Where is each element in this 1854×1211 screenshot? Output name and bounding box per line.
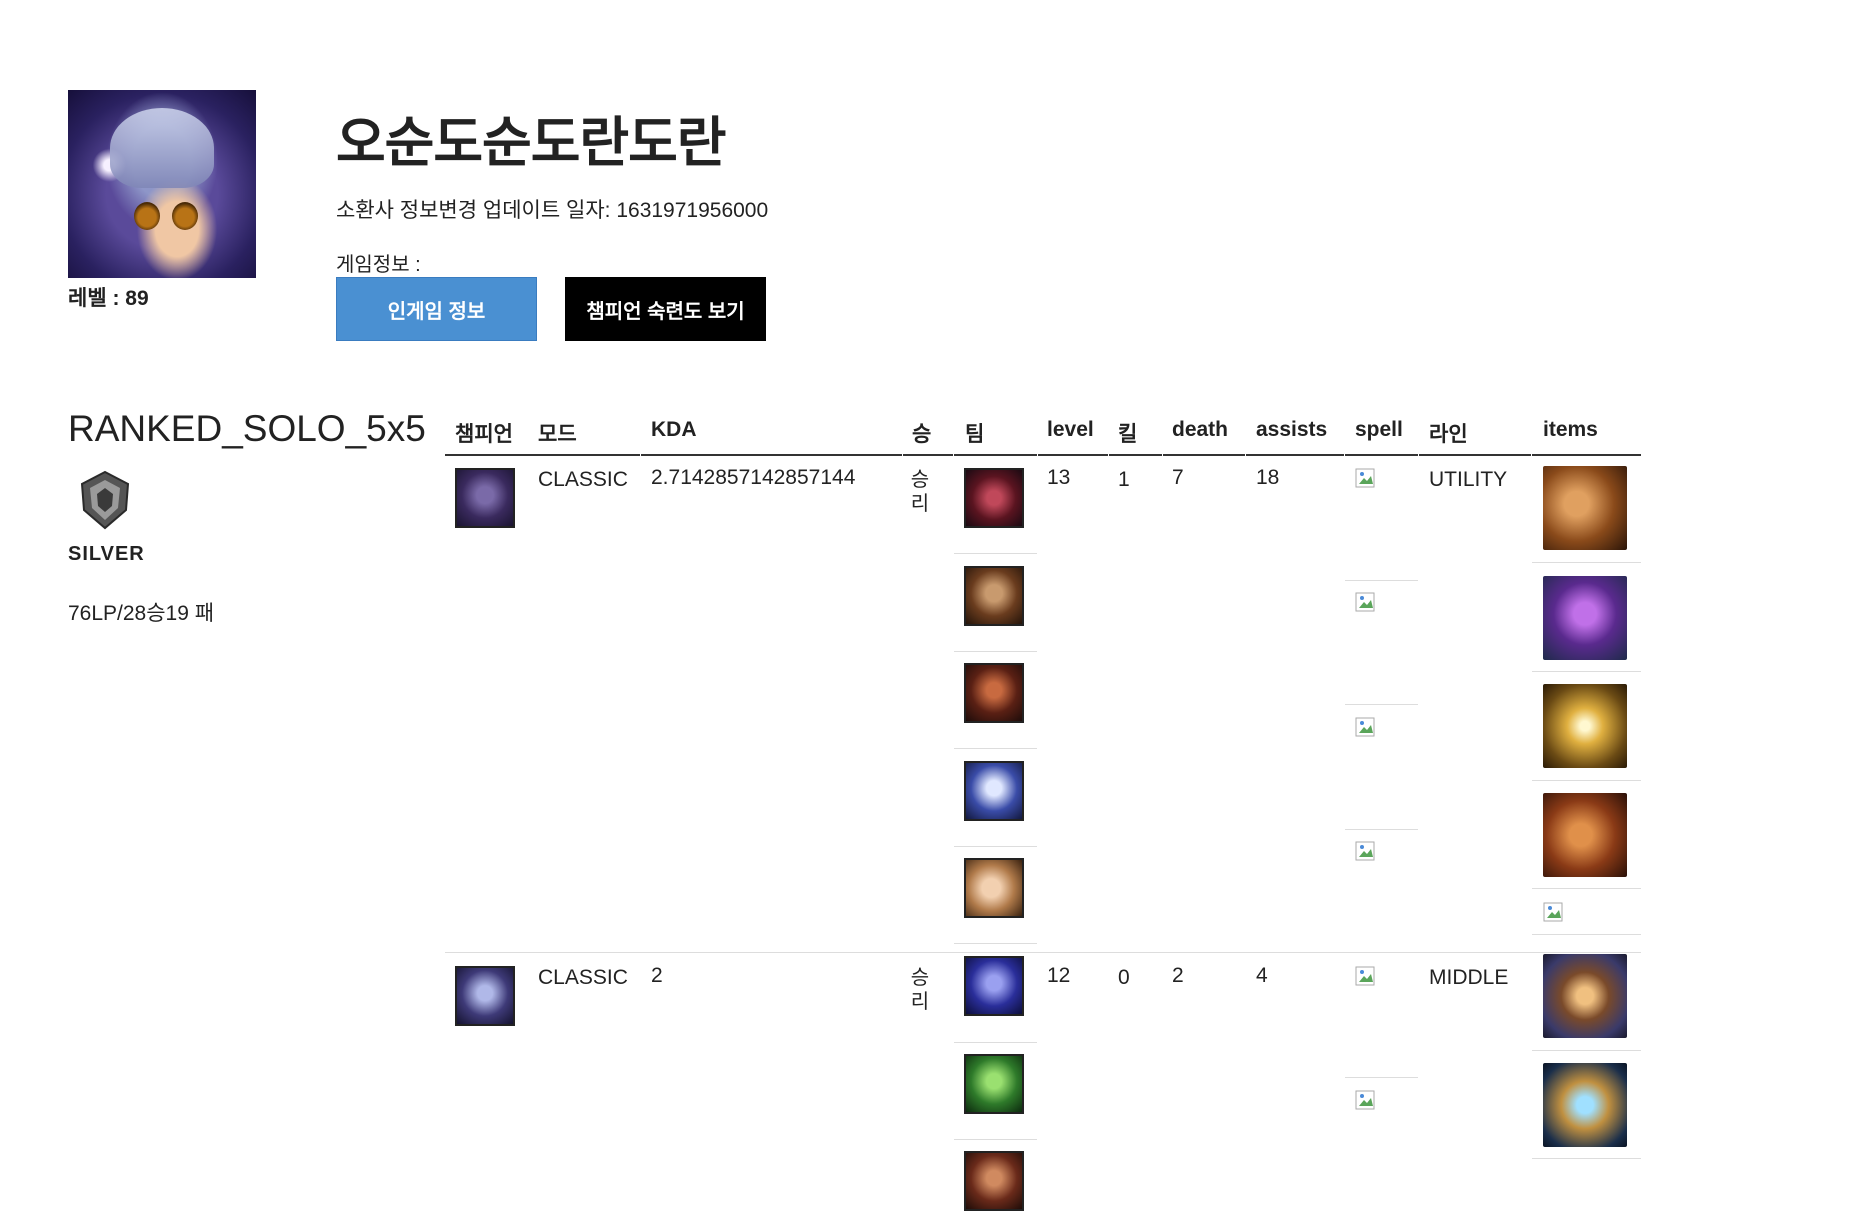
header-level: level <box>1047 418 1094 441</box>
item-icon[interactable] <box>1543 1063 1627 1147</box>
header-kda: KDA <box>651 418 697 441</box>
header-items: items <box>1543 418 1598 441</box>
tier-name: SILVER <box>68 543 145 565</box>
match-assists: 4 <box>1256 964 1268 987</box>
silver-emblem-icon <box>80 470 130 530</box>
game-info-label: 게임정보 : <box>336 254 421 276</box>
team-champion-icon[interactable] <box>964 956 1024 1016</box>
queue-type: RANKED_SOLO_5x5 <box>68 408 426 449</box>
spell-icon <box>1355 966 1375 986</box>
match-deaths: 7 <box>1172 466 1184 489</box>
champion-mastery-button[interactable]: 챔피언 숙련도 보기 <box>565 277 766 341</box>
item-icon[interactable] <box>1543 466 1627 550</box>
summoner-page: 레벨 : 89 오순도순도란도란 소환사 정보변경 업데이트 일자: 16319… <box>0 0 1854 1211</box>
header-death: death <box>1172 418 1229 441</box>
summoner-name: 오순도순도란도란 <box>336 113 726 173</box>
team-champion-icon[interactable] <box>964 663 1024 723</box>
my-champion-icon[interactable] <box>455 468 515 528</box>
team-champion-icon[interactable] <box>964 1054 1024 1114</box>
spell-icon <box>1355 592 1375 612</box>
match-result: 승리 <box>910 967 930 1013</box>
item-icon[interactable] <box>1543 793 1627 877</box>
ingame-info-button[interactable]: 인게임 정보 <box>336 277 537 341</box>
match-kills: 0 <box>1118 966 1130 989</box>
summoner-level: 레벨 : 89 <box>68 287 149 310</box>
team-champion-icon[interactable] <box>964 1151 1024 1211</box>
team-champion-icon[interactable] <box>964 761 1024 821</box>
item-icon[interactable] <box>1543 684 1627 768</box>
match-lane: UTILITY <box>1429 468 1508 491</box>
match-kda: 2 <box>651 964 663 987</box>
team-champion-icon[interactable] <box>964 858 1024 918</box>
match-mode: CLASSIC <box>538 468 628 491</box>
match-kills: 1 <box>1118 468 1130 491</box>
match-level: 13 <box>1047 466 1071 489</box>
header-kill: 킬 <box>1118 423 1138 446</box>
spell-icon <box>1355 717 1375 737</box>
item-icon[interactable] <box>1543 576 1627 660</box>
match-level: 12 <box>1047 964 1071 987</box>
lp-record: 76LP/28승19 패 <box>68 602 215 625</box>
my-champion-icon[interactable] <box>455 966 515 1026</box>
match-deaths: 2 <box>1172 964 1184 987</box>
header-champion: 챔피언 <box>455 423 513 446</box>
header-team: 팀 <box>965 423 985 446</box>
team-champion-icon[interactable] <box>964 566 1024 626</box>
header-win: 승 <box>912 423 932 446</box>
spell-icon <box>1355 841 1375 861</box>
header-spell: spell <box>1355 418 1403 441</box>
item-icon <box>1543 902 1563 922</box>
header-mode: 모드 <box>538 423 577 446</box>
item-icon[interactable] <box>1543 954 1627 1038</box>
team-champion-icon[interactable] <box>964 468 1024 528</box>
match-kda: 2.7142857142857144 <box>651 466 856 489</box>
match-lane: MIDDLE <box>1429 966 1509 989</box>
match-mode: CLASSIC <box>538 966 628 989</box>
match-result: 승리 <box>910 469 930 515</box>
header-lane: 라인 <box>1429 423 1468 446</box>
spell-icon <box>1355 468 1375 488</box>
profile-icon-image <box>68 90 256 278</box>
header-assists: assists <box>1256 418 1328 441</box>
spell-icon <box>1355 1090 1375 1110</box>
match-assists: 18 <box>1256 466 1280 489</box>
update-date: 소환사 정보변경 업데이트 일자: 1631971956000 <box>336 199 769 222</box>
